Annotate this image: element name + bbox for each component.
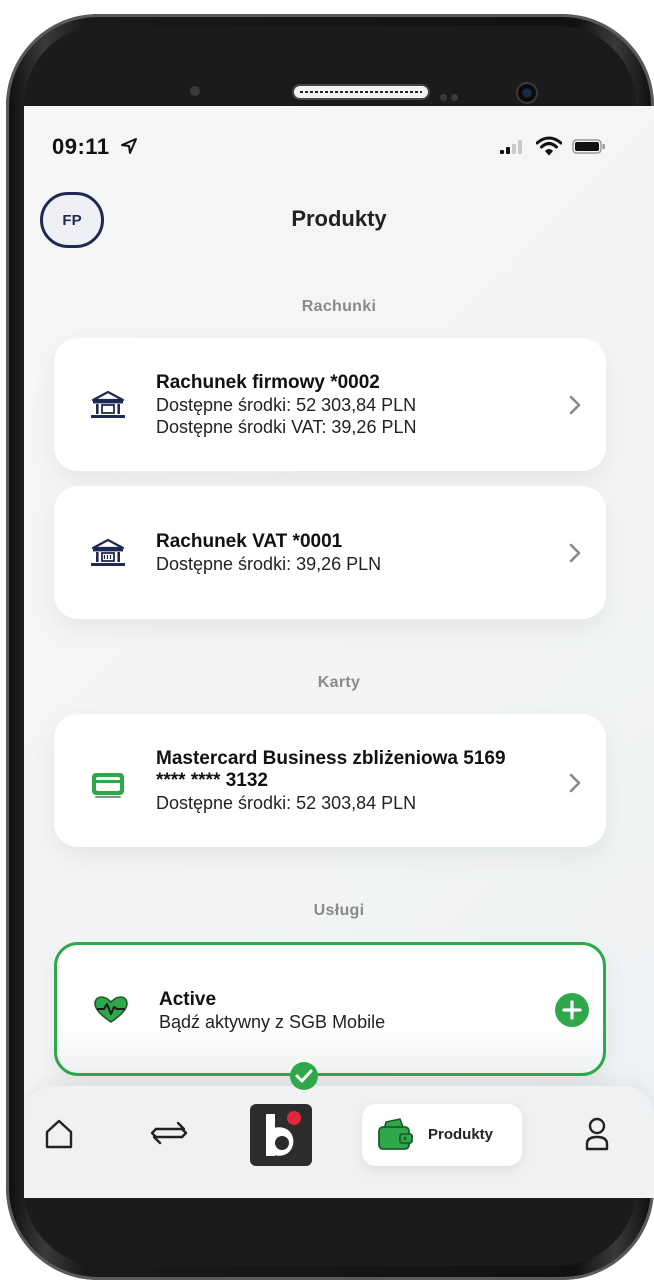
section-label-cards: Karty xyxy=(317,674,361,691)
plus-icon xyxy=(562,1000,582,1020)
status-bar: 09:11 xyxy=(24,106,654,176)
chevron-right-icon xyxy=(569,543,581,563)
account-available-funds: Dostępne środki: 39,26 PLN xyxy=(156,554,382,574)
section-label-services: Usługi xyxy=(313,902,365,919)
battery-icon xyxy=(572,139,605,154)
account-card-business[interactable]: Rachunek firmowy *0002 Dostępne środki: … xyxy=(54,338,606,471)
service-selected-check-icon xyxy=(290,1062,318,1090)
status-time: 09:11 xyxy=(52,134,110,159)
bottom-tab-bar: Produkty xyxy=(24,1086,654,1198)
home-icon[interactable] xyxy=(44,1118,74,1150)
heart-pulse-icon xyxy=(94,996,128,1023)
location-arrow-icon xyxy=(121,138,137,154)
proximity-sensors xyxy=(440,88,464,101)
service-card-active[interactable]: Active Bądź aktywny z SGB Mobile xyxy=(54,942,606,1076)
account-title: Rachunek firmowy *0002 xyxy=(156,372,380,393)
account-card-text: Rachunek firmowy *0002 Dostępne środki: … xyxy=(156,372,526,438)
card-available-funds: Dostępne środki: 52 303,84 PLN xyxy=(156,793,417,813)
page-header: FP Produkty xyxy=(24,176,654,256)
service-card-text: Active Bądź aktywny z SGB Mobile xyxy=(159,989,523,1033)
bank-vat-icon xyxy=(91,538,125,566)
tab-products[interactable]: Produkty xyxy=(362,1104,522,1166)
tab-products-label: Produkty xyxy=(428,1126,494,1143)
transfer-icon[interactable] xyxy=(150,1120,188,1146)
account-vat-funds: Dostępne środki VAT: 39,26 PLN xyxy=(156,417,417,437)
check-icon xyxy=(295,1069,313,1083)
front-sensor-dot xyxy=(190,86,200,96)
wallet-icon xyxy=(378,1118,413,1150)
bs-logo-icon[interactable] xyxy=(250,1104,312,1166)
earpiece-speaker xyxy=(292,84,430,100)
service-subtitle: Bądź aktywny z SGB Mobile xyxy=(159,1012,386,1032)
account-available-funds: Dostępne środki: 52 303,84 PLN xyxy=(156,395,417,415)
app-screen: 09:11 FP Produkty Rachunki Rachunek firm… xyxy=(24,106,654,1198)
bs-logo-mark xyxy=(266,1111,301,1156)
card-title: Mastercard Business zbliżeniowa 5169 xyxy=(156,748,506,769)
bank-icon xyxy=(91,390,125,418)
account-card-vat[interactable]: Rachunek VAT *0001 Dostępne środki: 39,2… xyxy=(54,486,606,619)
card-icon xyxy=(92,773,124,798)
user-icon[interactable] xyxy=(584,1116,610,1152)
payment-card-mastercard[interactable]: Mastercard Business zbliżeniowa 5169 ***… xyxy=(54,714,606,847)
front-camera xyxy=(516,82,538,104)
cellular-signal-icon xyxy=(500,140,528,154)
page-title: Produkty xyxy=(291,206,387,231)
wifi-icon xyxy=(536,136,562,156)
payment-card-text: Mastercard Business zbliżeniowa 5169 ***… xyxy=(156,748,526,814)
service-title: Active xyxy=(159,989,217,1010)
section-label-accounts: Rachunki xyxy=(301,298,377,315)
account-title: Rachunek VAT *0001 xyxy=(156,531,343,552)
chevron-right-icon xyxy=(569,395,581,415)
chevron-right-icon xyxy=(569,773,581,793)
card-masked-number: **** **** 3132 xyxy=(156,770,268,791)
add-service-button[interactable] xyxy=(555,993,589,1027)
account-card-text: Rachunek VAT *0001 Dostępne środki: 39,2… xyxy=(156,531,526,575)
